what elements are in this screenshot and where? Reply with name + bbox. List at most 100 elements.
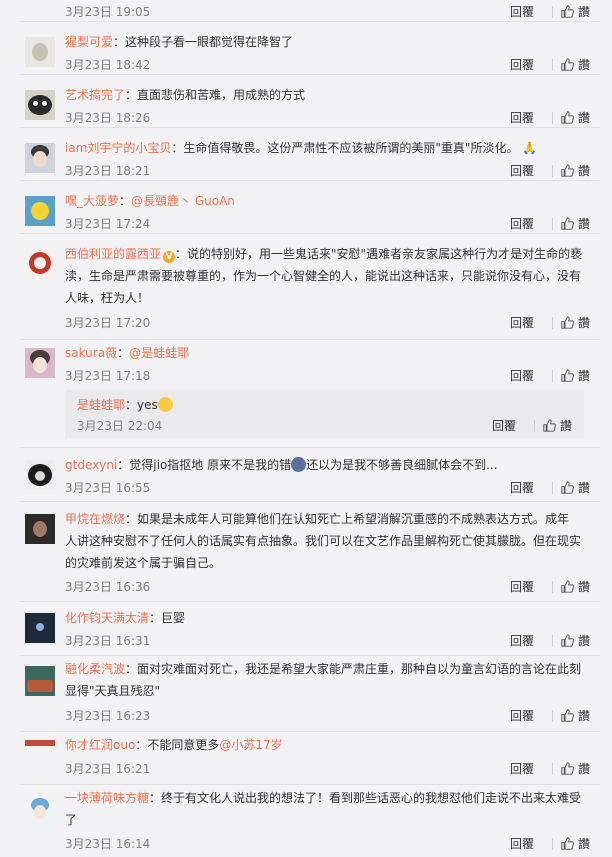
like-button[interactable]: 讚 [578, 835, 590, 852]
comment-text: 生命值得敬畏。这份严肃性不应该被所谓的美丽"重真"所淡化。 [183, 141, 519, 155]
comment-text: 的灾难前发这个属于骗自己。 [65, 556, 222, 570]
comment-username[interactable]: 你才红润ouo [65, 738, 135, 752]
action-divider [551, 580, 553, 593]
thumb-up-icon[interactable] [561, 5, 574, 18]
comment-time: 3月23日 18:26 [65, 111, 151, 125]
reply-button[interactable]: 回覆 [510, 314, 534, 331]
reply-button[interactable]: 回覆 [492, 417, 516, 434]
thumb-up-icon[interactable] [561, 217, 574, 230]
reply-button[interactable]: 回覆 [510, 479, 534, 496]
thumb-up-icon[interactable] [561, 634, 574, 647]
avatar[interactable] [25, 37, 55, 67]
like-button[interactable]: 讚 [578, 314, 590, 331]
avatar[interactable] [25, 514, 55, 544]
sub-reply-text: yes [137, 398, 158, 412]
comment-username[interactable]: gtdexyni [65, 458, 117, 472]
like-button[interactable]: 讚 [578, 632, 590, 649]
avatar[interactable] [25, 196, 55, 226]
thumb-up-icon[interactable] [561, 837, 574, 850]
reply-button[interactable]: 回覆 [510, 632, 534, 649]
reply-button[interactable]: 回覆 [510, 707, 534, 724]
comment-username[interactable]: sakura薇 [65, 346, 117, 360]
comment-actions: 回覆 讚 [510, 578, 590, 595]
comment-text: 面对灾难面对死亡，我还是希望大家能严肃庄重，那种自以为童言幻语的言论在此刻 [137, 662, 582, 676]
like-button[interactable]: 讚 [578, 56, 590, 73]
action-divider [551, 58, 553, 71]
comment-item: 嘿_大菠萝：@長頸鹿丶 GuoAn 3月23日 17:24 回覆 讚 [0, 181, 612, 234]
crying-emoji-icon [157, 397, 173, 412]
comment-username[interactable]: 嘿_大菠萝 [65, 194, 119, 208]
like-button[interactable]: 讚 [560, 417, 572, 434]
avatar[interactable] [25, 90, 55, 120]
comment-item: 你才红润ouo：不能同意更多@小苏17岁 3月23日 16:21 回覆 讚 [0, 732, 612, 785]
like-button[interactable]: 讚 [578, 3, 590, 20]
avatar[interactable] [25, 613, 55, 643]
reply-button[interactable]: 回覆 [510, 3, 534, 20]
comment-actions: 回覆 讚 [510, 314, 590, 331]
avatar[interactable] [25, 248, 55, 278]
comment-text: 渎，生命是严肃需要被尊重的，作为一个心智健全的人，能说出这种话来，只能说你没有心… [65, 269, 582, 283]
like-button[interactable]: 讚 [578, 578, 590, 595]
like-button[interactable]: 讚 [578, 760, 590, 777]
thumb-up-icon[interactable] [561, 316, 574, 329]
avatar[interactable] [25, 740, 55, 746]
action-divider [551, 634, 553, 647]
mention-link[interactable]: @是蛙蛙耶 [129, 346, 189, 360]
mention-link[interactable]: @長頸鹿丶 GuoAn [131, 194, 235, 208]
like-button[interactable]: 讚 [578, 109, 590, 126]
comment-time: 3月23日 16:36 [65, 580, 151, 594]
comment-text: 觉得jio指抠地 原来不是我的错 [129, 458, 292, 472]
like-button[interactable]: 讚 [578, 162, 590, 179]
comment-username[interactable]: 融化柔汽波 [65, 662, 125, 676]
reply-button[interactable]: 回覆 [510, 109, 534, 126]
thumb-up-icon[interactable] [561, 580, 574, 593]
avatar[interactable] [25, 460, 55, 490]
comment-username[interactable]: iam刘宇宁的小宝贝 [65, 141, 171, 155]
like-button[interactable]: 讚 [578, 215, 590, 232]
like-button[interactable]: 讚 [578, 707, 590, 724]
thumb-up-icon[interactable] [543, 419, 556, 432]
avatar[interactable] [25, 348, 55, 378]
mention-link[interactable]: @小苏17岁 [219, 738, 282, 752]
avatar[interactable] [25, 795, 55, 825]
like-button[interactable]: 讚 [578, 479, 590, 496]
comment-username[interactable]: 甲烷在燃烧 [65, 512, 125, 526]
reply-button[interactable]: 回覆 [510, 215, 534, 232]
comment-item: 3月23日 19:05 回覆 讚 [0, 0, 612, 22]
thumb-up-icon[interactable] [561, 481, 574, 494]
thumb-up-icon[interactable] [561, 58, 574, 71]
comment-actions: 回覆 讚 [510, 479, 590, 496]
reply-button[interactable]: 回覆 [510, 835, 534, 852]
reply-button[interactable]: 回覆 [510, 760, 534, 777]
thumb-up-icon[interactable] [561, 164, 574, 177]
comment-username[interactable]: 艺术搞完了 [65, 88, 125, 102]
comment-item: 艺术搞完了：直面悲伤和苦难，用成熟的方式 3月23日 18:26 回覆 讚 [0, 75, 612, 128]
comment-actions: 回覆 讚 [510, 707, 590, 724]
sub-reply-time: 3月23日 22:04 [77, 419, 163, 433]
comment-username[interactable]: 一块薄荷味方糖 [65, 791, 149, 805]
avatar[interactable] [25, 143, 55, 173]
thumb-up-icon[interactable] [561, 111, 574, 124]
avatar[interactable] [25, 666, 55, 696]
action-divider [551, 164, 553, 177]
comment-username[interactable]: 西伯利亚的露西亚 [65, 247, 161, 261]
comment-text: 如果是未成年人可能算他们在认知死亡上希望消解沉重感的不成熟表达方式。成年 [137, 512, 570, 526]
thumb-up-icon[interactable] [561, 762, 574, 775]
sub-reply-username[interactable]: 是蛙蛙耶 [77, 398, 125, 412]
comment-time: 3月23日 17:18 [65, 369, 151, 383]
thumb-up-icon[interactable] [561, 709, 574, 722]
comment-text: 这种段子看一眼都觉得在降智了 [125, 35, 294, 49]
comment-username[interactable]: 化作钧天满太清 [65, 611, 149, 625]
action-divider [551, 111, 553, 124]
thumb-up-icon[interactable] [561, 369, 574, 382]
reply-button[interactable]: 回覆 [510, 162, 534, 179]
comment-username[interactable]: 猩梨可爱 [65, 35, 113, 49]
comment-item: 化作钧天满太清：巨婴 3月23日 16:31 回覆 讚 [0, 602, 612, 656]
like-button[interactable]: 讚 [578, 367, 590, 384]
comment-text: 不能同意更多 [147, 738, 220, 752]
reply-button[interactable]: 回覆 [510, 578, 534, 595]
comment-item: 猩梨可爱：这种段子看一眼都觉得在降智了 3月23日 18:42 回覆 讚 [0, 22, 612, 75]
reply-button[interactable]: 回覆 [510, 56, 534, 73]
reply-button[interactable]: 回覆 [510, 367, 534, 384]
action-divider [533, 419, 535, 432]
